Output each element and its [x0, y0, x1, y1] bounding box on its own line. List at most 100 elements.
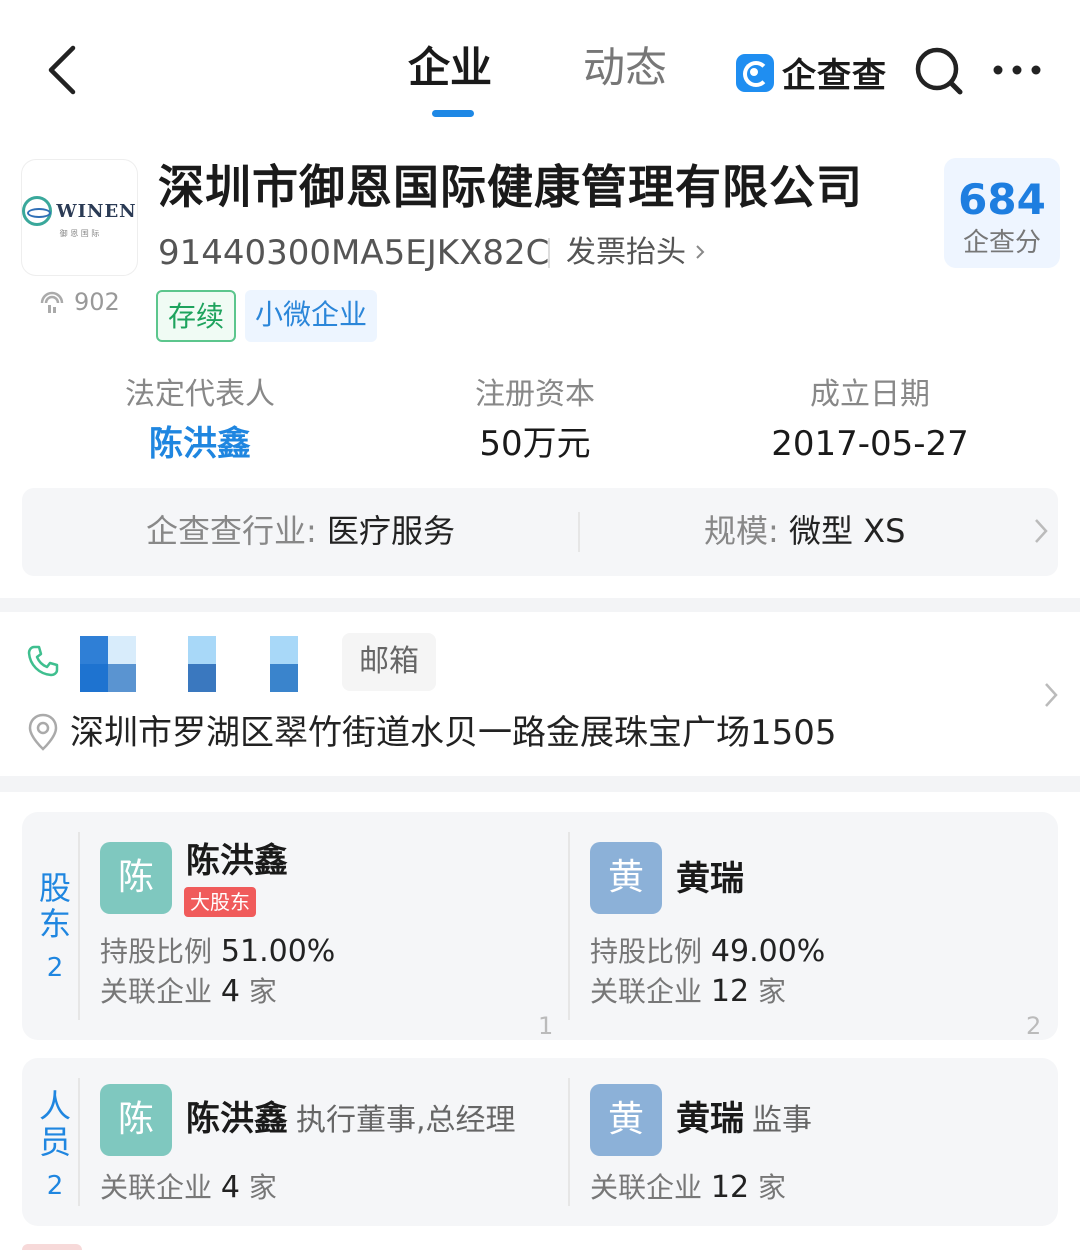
scale-key: 规模: [704, 512, 779, 550]
person-role: 监事 [752, 1103, 812, 1138]
related-companies[interactable]: 关联企业 4 家 [100, 1168, 277, 1208]
personnel-title: 人员 [38, 1087, 71, 1161]
related-count: 12 [710, 1170, 750, 1205]
capital-label: 注册资本 [475, 377, 595, 412]
score-label: 企查分 [962, 228, 1041, 258]
avatar[interactable]: 陈 [100, 842, 172, 914]
related-companies[interactable]: 关联企业 12 家 [590, 1168, 786, 1208]
company-name[interactable]: 深圳市御恩国际健康管理有限公司 [158, 156, 863, 218]
divider [568, 832, 570, 1020]
related-label: 关联企业 [100, 975, 213, 1008]
ratio-value: 51.00% [220, 934, 336, 969]
person-entry[interactable]: 陈洪鑫 执行董事,总经理 [186, 1096, 516, 1144]
personnel-count: 2 [46, 1171, 64, 1201]
related-count: 4 [220, 1170, 241, 1205]
capital-value: 50万元 [479, 424, 591, 464]
phone-icon[interactable] [26, 644, 60, 678]
page-index: 1 [538, 1012, 554, 1040]
registered-capital: 注册资本 50万元 [435, 372, 635, 470]
person-entry[interactable]: 黄瑞 监事 [676, 1096, 812, 1144]
divider [578, 512, 580, 552]
avatar[interactable]: 黄 [590, 842, 662, 914]
back-arrow-icon[interactable] [40, 42, 90, 98]
more-icon[interactable] [992, 58, 1042, 82]
scale-value: 微型 XS [788, 512, 906, 550]
section-separator [0, 598, 1080, 612]
brand-name: 企查查 [782, 56, 887, 96]
score-value: 684 [958, 175, 1046, 224]
person-name: 黄瑞 [676, 1099, 744, 1139]
divider [568, 1078, 570, 1206]
chevron-right-icon[interactable] [1044, 682, 1058, 708]
legal-rep-name[interactable]: 陈洪鑫 [100, 418, 300, 470]
brand-logo: 企查查 [736, 48, 887, 97]
section-separator [0, 776, 1080, 792]
person-role: 执行董事,总经理 [296, 1103, 516, 1138]
size-badge[interactable]: 小微企业 [245, 290, 378, 342]
company-score-card[interactable]: 684 企查分 [944, 158, 1060, 268]
tab-news[interactable]: 动态 [583, 38, 667, 98]
major-shareholder-badge: 大股东 [184, 887, 256, 917]
related-unit: 家 [758, 1171, 787, 1204]
shareholding-ratio: 持股比例 51.00% [100, 932, 335, 972]
page-index: 2 [1026, 1012, 1042, 1040]
related-unit: 家 [248, 975, 277, 1008]
logo-subtext: 御 恩 国 际 [59, 229, 100, 238]
key-personnel-card[interactable]: 人员 2 陈 陈洪鑫 执行董事,总经理 关联企业 4 家 黄 黄瑞 监事 关联企业 … [22, 1058, 1058, 1226]
chevron-right-icon [1035, 519, 1048, 543]
industry-value: 医疗服务 [326, 512, 455, 550]
related-unit: 家 [758, 975, 787, 1008]
shareholders-title: 股东 [38, 869, 71, 943]
founded-label: 成立日期 [810, 377, 930, 412]
winen-logo-mark-icon [22, 196, 53, 226]
shareholders-label: 股东 2 [32, 870, 78, 986]
founded-date: 成立日期 2017-05-27 [770, 372, 970, 470]
view-count-value: 902 [74, 288, 120, 316]
chevron-right-icon [696, 245, 705, 259]
top-nav-bar: 企业 动态 企查查 [0, 0, 1080, 130]
industry-key: 企查查行业: [146, 512, 317, 550]
tab-company[interactable]: 企业 [408, 38, 492, 98]
person-name: 陈洪鑫 [186, 1099, 288, 1139]
ratio-value: 49.00% [710, 934, 826, 969]
logo-word: WINEN [56, 200, 137, 222]
heat-icon [40, 291, 64, 313]
avatar[interactable]: 陈 [100, 1084, 172, 1156]
company-logo[interactable]: WINEN 御 恩 国 际 [22, 160, 137, 275]
location-pin-icon [28, 713, 58, 751]
invoice-title-link[interactable]: 发票抬头 [566, 230, 686, 276]
shareholder-name[interactable]: 黄瑞 [676, 856, 744, 902]
legal-rep-label: 法定代表人 [125, 377, 275, 412]
credit-code[interactable]: 91440300MA5EJKX82C [158, 230, 549, 276]
related-label: 关联企业 [100, 1171, 213, 1204]
ratio-label: 持股比例 [100, 935, 213, 968]
related-count: 4 [220, 974, 241, 1009]
divider [548, 238, 550, 268]
industry-bar[interactable]: 企查查行业: 医疗服务 规模: 微型 XS [22, 488, 1058, 576]
status-badge: 存续 [156, 290, 237, 342]
qichacha-logo-icon [736, 53, 774, 92]
related-unit: 家 [248, 1171, 277, 1204]
ratio-label: 持股比例 [590, 935, 703, 968]
related-companies[interactable]: 关联企业 12 家 [590, 972, 786, 1012]
phone-number-redacted [80, 636, 136, 692]
shareholders-count: 2 [46, 953, 64, 983]
shareholding-ratio: 持股比例 49.00% [590, 932, 825, 972]
divider [78, 1078, 80, 1206]
related-label: 关联企业 [590, 1171, 703, 1204]
related-companies[interactable]: 关联企业 4 家 [100, 972, 277, 1012]
company-address[interactable]: 深圳市罗湖区翠竹街道水贝一路金展珠宝广场1505 [70, 708, 837, 758]
phone-number-redacted [270, 636, 298, 692]
scale-info: 规模: 微型 XS [704, 508, 905, 554]
industry-info: 企查查行业: 医疗服务 [146, 508, 455, 554]
divider [78, 832, 80, 1020]
view-count: 902 [38, 288, 120, 316]
shareholders-card[interactable]: 股东 2 陈 陈洪鑫 大股东 持股比例 51.00% 关联企业 4 家 1 黄 … [22, 812, 1058, 1040]
next-card-peek [22, 1244, 82, 1250]
search-icon[interactable] [912, 44, 968, 100]
email-button[interactable]: 邮箱 [342, 633, 436, 691]
phone-number-redacted [188, 636, 216, 692]
shareholder-name[interactable]: 陈洪鑫 [186, 838, 288, 884]
related-label: 关联企业 [590, 975, 703, 1008]
avatar[interactable]: 黄 [590, 1084, 662, 1156]
